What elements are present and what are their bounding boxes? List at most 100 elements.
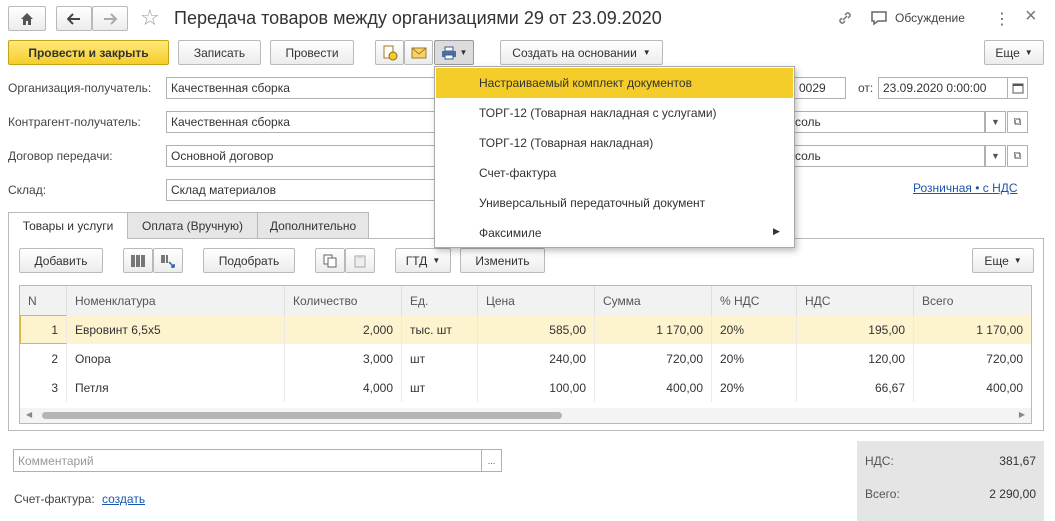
cell-quantity[interactable]: 3,000 (285, 344, 402, 373)
table-row[interactable]: 3 Петля 4,000 шт 100,00 400,00 20% 66,67… (20, 373, 1031, 402)
cell-sum[interactable]: 400,00 (595, 373, 712, 402)
email-button[interactable] (404, 40, 433, 65)
cell-price[interactable]: 100,00 (478, 373, 595, 402)
number-field[interactable]: 0029 (792, 77, 846, 99)
cell-vat[interactable]: 66,67 (797, 373, 914, 402)
contract-dropdown-button[interactable]: ▼ (985, 145, 1006, 167)
scrollbar-thumb[interactable] (42, 412, 562, 419)
col-unit[interactable]: Ед. (402, 286, 478, 315)
window-menu-icon[interactable]: ⋮ (994, 9, 1010, 29)
table-row[interactable]: 2 Опора 3,000 шт 240,00 720,00 20% 120,0… (20, 344, 1031, 373)
date-field[interactable]: 23.09.2020 0:00:00 (878, 77, 1008, 99)
contractor-field[interactable]: Качественная сборка (166, 111, 438, 133)
cell-unit[interactable]: тыс. шт (402, 315, 478, 344)
cell-unit[interactable]: шт (402, 373, 478, 402)
comment-edit-button[interactable]: ... (481, 449, 502, 472)
table-more-button[interactable]: Еще ▼ (972, 248, 1034, 273)
ellipsis-icon: ... (487, 455, 496, 466)
col-sum[interactable]: Сумма (595, 286, 712, 315)
documents-button[interactable] (375, 40, 404, 65)
link-icon[interactable] (837, 10, 853, 29)
paste-button[interactable] (345, 248, 375, 273)
cell-vat-rate[interactable]: 20% (712, 315, 797, 344)
table-row[interactable]: 1 Евровинт 6,5х5 2,000 тыс. шт 585,00 1 … (20, 315, 1031, 344)
cell-sum[interactable]: 720,00 (595, 344, 712, 373)
close-icon[interactable]: × (1025, 5, 1037, 28)
back-button[interactable] (56, 6, 92, 31)
copy-icon (323, 254, 337, 267)
contractor-field-tail[interactable]: соль (792, 111, 985, 133)
cell-total[interactable]: 720,00 (914, 344, 1031, 373)
col-vat-rate[interactable]: % НДС (712, 286, 797, 315)
scanner-button[interactable] (153, 248, 183, 273)
gtd-button[interactable]: ГТД ▼ (395, 248, 451, 273)
chevron-down-icon: ▼ (1013, 256, 1022, 265)
select-button[interactable]: Подобрать (203, 248, 295, 273)
cell-nomenclature[interactable]: Евровинт 6,5х5 (67, 315, 285, 344)
scroll-left-icon[interactable]: ◀ (26, 410, 32, 419)
comment-input[interactable]: Комментарий (13, 449, 482, 472)
copy-button[interactable] (315, 248, 345, 273)
cell-vat-rate[interactable]: 20% (712, 373, 797, 402)
create-basis-button[interactable]: Создать на основании ▼ (500, 40, 663, 65)
org-field[interactable]: Качественная сборка (166, 77, 438, 99)
forward-button[interactable] (92, 6, 128, 31)
col-total[interactable]: Всего (914, 286, 1031, 315)
discuss-icon[interactable] (870, 10, 888, 29)
discuss-link[interactable]: Обсуждение (895, 11, 965, 25)
print-button[interactable]: ▼ (434, 40, 474, 65)
menu-item-facsimile[interactable]: Факсимиле (436, 218, 793, 248)
cell-vat[interactable]: 120,00 (797, 344, 914, 373)
tab-goods[interactable]: Товары и услуги (8, 212, 128, 239)
tab-payment[interactable]: Оплата (Вручную) (127, 212, 258, 239)
cell-quantity[interactable]: 4,000 (285, 373, 402, 402)
add-button[interactable]: Добавить (19, 248, 103, 273)
totals-panel: НДС: 381,67 Всего: 2 290,00 (857, 441, 1044, 521)
cell-n: 1 (20, 315, 67, 344)
favorite-star-icon[interactable]: ☆ (140, 6, 160, 30)
col-n[interactable]: N (20, 286, 67, 315)
menu-item-torg12[interactable]: ТОРГ-12 (Товарная накладная) (436, 128, 793, 158)
contract-open-button[interactable]: ⧉ (1007, 145, 1028, 167)
cell-total[interactable]: 1 170,00 (914, 315, 1031, 344)
menu-item-custom-set[interactable]: Настраиваемый комплект документов (436, 68, 793, 98)
col-quantity[interactable]: Количество (285, 286, 402, 315)
scroll-right-icon[interactable]: ▶ (1019, 410, 1025, 419)
col-nomenclature[interactable]: Номенклатура (67, 286, 285, 315)
col-vat[interactable]: НДС (797, 286, 914, 315)
tab-additional[interactable]: Дополнительно (257, 212, 369, 239)
save-button[interactable]: Записать (178, 40, 261, 65)
cell-price[interactable]: 240,00 (478, 344, 595, 373)
grand-total-label: Всего: (865, 487, 900, 501)
contract-field[interactable]: Основной договор (166, 145, 438, 167)
change-button[interactable]: Изменить (460, 248, 545, 273)
menu-item-torg12-services[interactable]: ТОРГ-12 (Товарная накладная с услугами) (436, 98, 793, 128)
contract-field-tail[interactable]: соль (792, 145, 985, 167)
warehouse-field[interactable]: Склад материалов (166, 179, 438, 201)
home-button[interactable] (8, 6, 46, 31)
invoice-create-link[interactable]: создать (102, 492, 145, 506)
more-button[interactable]: Еще ▼ (984, 40, 1044, 65)
post-close-button[interactable]: Провести и закрыть (8, 40, 169, 65)
cell-vat-rate[interactable]: 20% (712, 344, 797, 373)
cell-total[interactable]: 400,00 (914, 373, 1031, 402)
cell-unit[interactable]: шт (402, 344, 478, 373)
col-price[interactable]: Цена (478, 286, 595, 315)
cell-nomenclature[interactable]: Петля (67, 373, 285, 402)
cell-quantity[interactable]: 2,000 (285, 315, 402, 344)
menu-item-invoice[interactable]: Счет-фактура (436, 158, 793, 188)
horizontal-scrollbar[interactable]: ◀ ▶ (20, 408, 1031, 423)
cell-sum[interactable]: 1 170,00 (595, 315, 712, 344)
contractor-open-button[interactable]: ⧉ (1007, 111, 1028, 133)
cell-nomenclature[interactable]: Опора (67, 344, 285, 373)
cell-vat[interactable]: 195,00 (797, 315, 914, 344)
price-type-link[interactable]: Розничная • с НДС (913, 181, 1018, 195)
barcode-button[interactable] (123, 248, 153, 273)
open-icon: ⧉ (1013, 149, 1022, 162)
contractor-dropdown-button[interactable]: ▼ (985, 111, 1006, 133)
calendar-button[interactable] (1007, 77, 1028, 99)
menu-item-upd[interactable]: Универсальный передаточный документ (436, 188, 793, 218)
post-button[interactable]: Провести (270, 40, 354, 65)
cell-price[interactable]: 585,00 (478, 315, 595, 344)
submenu-arrow-icon: ▶ (773, 226, 780, 236)
